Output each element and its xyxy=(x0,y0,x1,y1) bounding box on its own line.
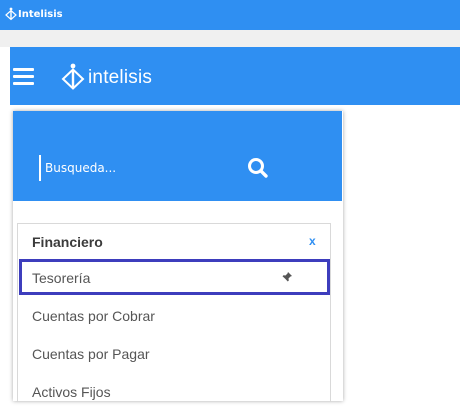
close-section-button[interactable]: x xyxy=(309,234,316,248)
app-header: intelisis xyxy=(10,47,460,105)
search-input[interactable] xyxy=(39,155,215,181)
menu-item-label: Tesorería xyxy=(32,270,91,286)
window-titlebar: Intelisis xyxy=(0,0,460,30)
menu-item-cuentas-por-cobrar[interactable]: Cuentas por Cobrar xyxy=(19,297,330,333)
app-logo: intelisis xyxy=(60,62,190,94)
navigation-panel: Financiero x Tesorería Cuentas por Cobra… xyxy=(13,111,343,402)
app-logo-icon xyxy=(5,7,17,21)
menu-item-label: Activos Fijos xyxy=(32,384,111,400)
hamburger-menu-icon[interactable] xyxy=(10,47,50,105)
window-title: Intelisis xyxy=(18,9,63,20)
logo-text: intelisis xyxy=(88,67,153,88)
logo-mark-icon xyxy=(61,63,85,90)
section-header: Financiero x xyxy=(18,224,330,257)
menu-item-tesoreria[interactable]: Tesorería xyxy=(19,259,330,295)
search-icon[interactable] xyxy=(247,157,269,179)
menu-item-label: Cuentas por Cobrar xyxy=(32,308,155,324)
section-title: Financiero xyxy=(32,234,103,250)
toolbar-strip xyxy=(0,30,460,47)
menu-item-label: Cuentas por Pagar xyxy=(32,346,150,362)
menu-item-cuentas-por-pagar[interactable]: Cuentas por Pagar xyxy=(19,335,330,371)
menu-item-activos-fijos[interactable]: Activos Fijos xyxy=(19,373,330,409)
search-box xyxy=(13,111,342,201)
pin-icon[interactable] xyxy=(281,271,293,283)
menu-list: Financiero x Tesorería Cuentas por Cobra… xyxy=(17,223,331,402)
